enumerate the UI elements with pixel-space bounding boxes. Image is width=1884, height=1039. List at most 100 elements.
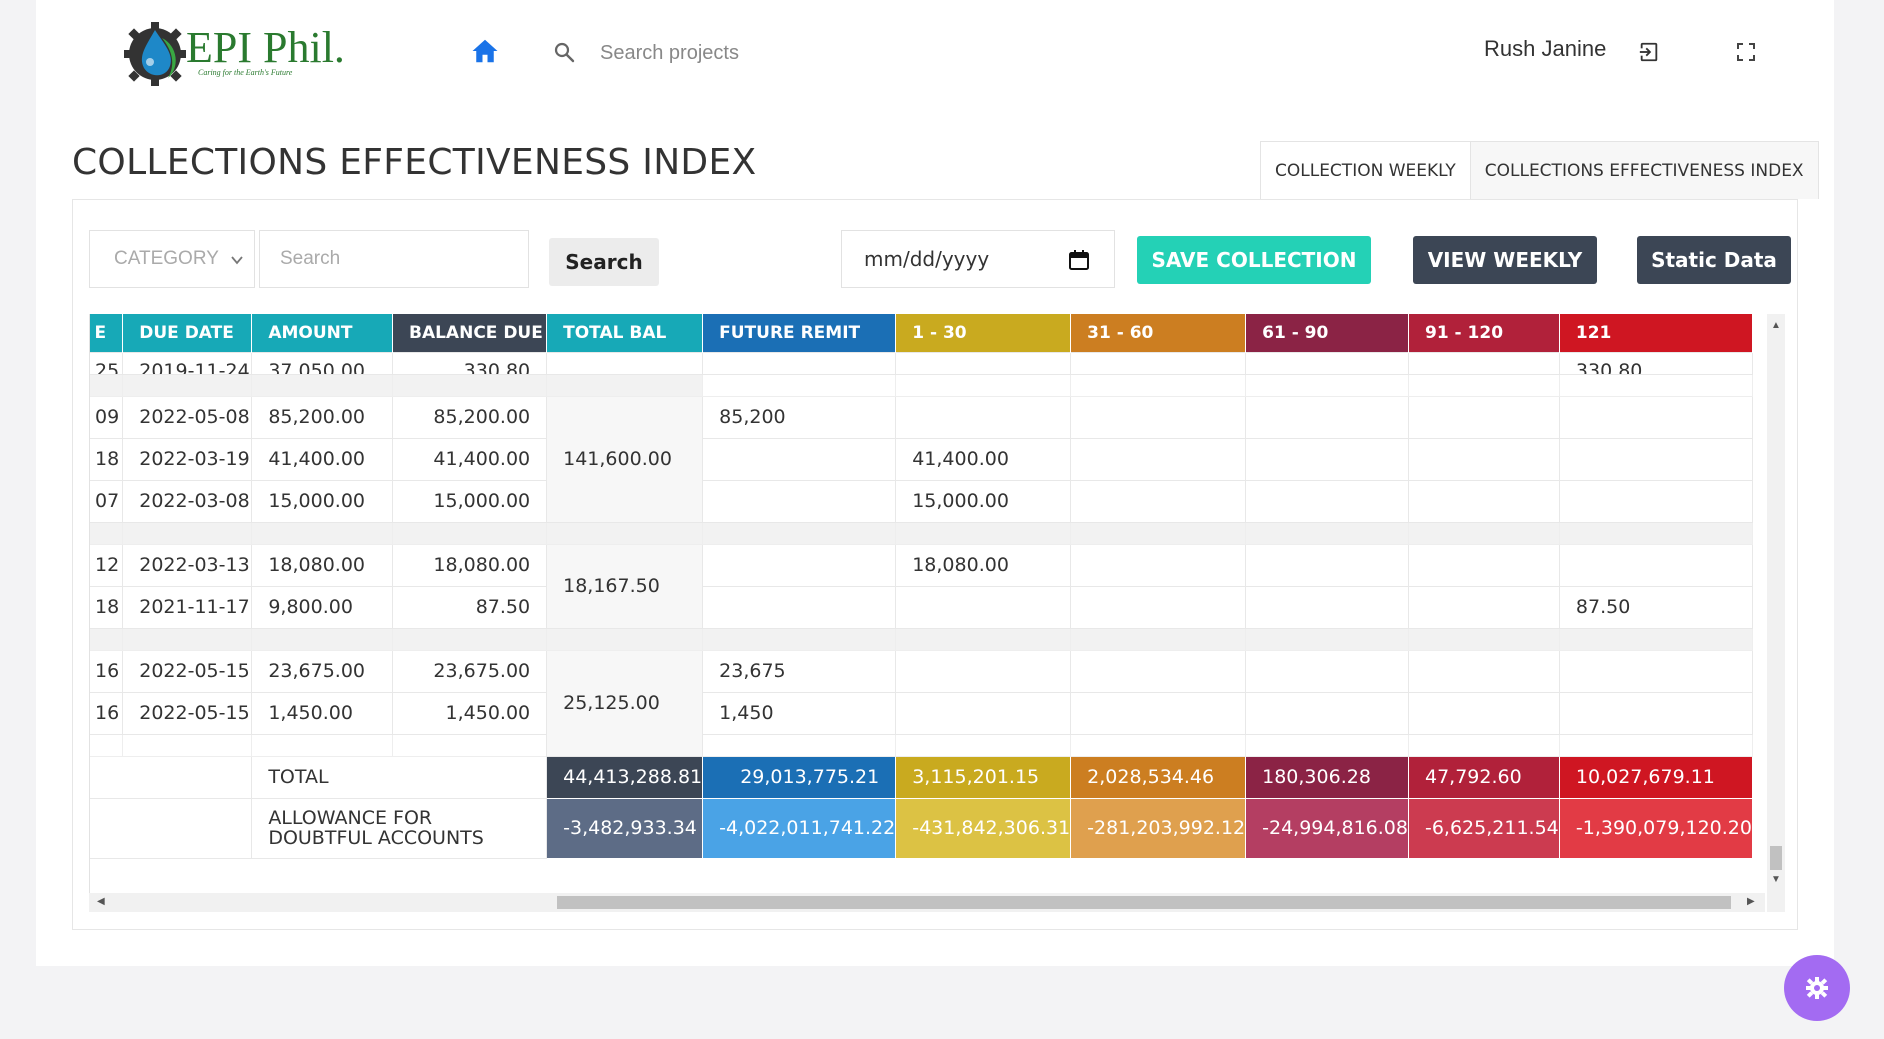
horizontal-scrollbar[interactable]: ◀ ▶: [89, 893, 1765, 912]
home-icon[interactable]: [470, 36, 500, 66]
total-spacer: [90, 755, 253, 799]
col-header-91-120[interactable]: 91 - 120: [1408, 314, 1560, 352]
table-header-row: E DUE DATE AMOUNT BALANCE DUE TOTAL BAL …: [90, 314, 1754, 352]
cell-d121: [1558, 543, 1754, 587]
total-31-60: 2,028,534.46: [1070, 755, 1247, 799]
col-header-61-90[interactable]: 61 - 90: [1245, 314, 1409, 352]
cell-balance-due: 1,450.00: [391, 691, 548, 735]
date-picker-value: mm/dd/yyyy: [864, 247, 990, 271]
cell-d120: [1407, 543, 1560, 587]
col-header-future-remit[interactable]: FUTURE REMIT: [702, 314, 897, 352]
allowance-91-120: -6,625,211.54: [1407, 797, 1560, 859]
total-future-remit: 29,013,775.21: [702, 755, 897, 799]
settings-button[interactable]: [1784, 955, 1850, 1021]
scroll-up-arrow[interactable]: ▲: [1771, 320, 1781, 331]
table-row: 16 2022-05-15 1,450.00 1,450.00 1,450: [90, 691, 1754, 735]
category-select-label: CATEGORY: [114, 248, 219, 269]
cell-total-bal: 25,125.00: [546, 649, 704, 757]
group-separator: [90, 373, 1754, 397]
total-1-30: 3,115,201.15: [895, 755, 1072, 799]
cell-total-bal: [546, 351, 704, 375]
brand-logo[interactable]: EPI Phil. Caring for the Earth's Future: [124, 16, 345, 92]
col-header-due-date[interactable]: DUE DATE: [122, 314, 253, 352]
cell-amount: 85,200.00: [251, 395, 393, 439]
cell-d90: [1245, 395, 1409, 439]
date-picker[interactable]: mm/dd/yyyy: [841, 230, 1115, 288]
vertical-scroll-thumb[interactable]: [1770, 846, 1782, 870]
cell-future: [702, 585, 897, 629]
cell-future: 23,675: [702, 649, 897, 693]
cell-d60: [1070, 649, 1247, 693]
cell-d120: [1407, 585, 1560, 629]
tab-collection-weekly[interactable]: COLLECTION WEEKLY: [1261, 142, 1471, 199]
tab-collections-effectiveness-index[interactable]: COLLECTIONS EFFECTIVENESS INDEX: [1470, 142, 1818, 199]
cell-balance-due: 41,400.00: [391, 437, 548, 481]
cell-balance-due: 330.80: [391, 351, 548, 375]
allowance-spacer: [90, 797, 253, 859]
cell-amount: 23,675.00: [251, 649, 393, 693]
project-search-input[interactable]: [600, 36, 900, 70]
cell-d121: 330.80: [1558, 351, 1754, 375]
view-tabs: COLLECTION WEEKLY COLLECTIONS EFFECTIVEN…: [1260, 141, 1819, 199]
cell-due-date: 2022-03-13: [122, 543, 253, 587]
cell-due-date: 2021-11-17: [122, 585, 253, 629]
scroll-left-arrow[interactable]: ◀: [97, 896, 105, 907]
table-search-input[interactable]: [259, 230, 529, 288]
cell-due-date: 2022-05-15: [122, 649, 253, 693]
static-data-button[interactable]: Static Data: [1637, 236, 1791, 284]
cell-d90: [1245, 585, 1409, 629]
cell-future: [702, 543, 897, 587]
save-collection-button[interactable]: SAVE COLLECTION: [1137, 236, 1371, 284]
cell-future: 1,450: [702, 691, 897, 735]
allowance-31-60: -281,203,992.12: [1070, 797, 1247, 859]
page: EPI Phil. Caring for the Earth's Future …: [36, 0, 1834, 966]
col-header-balance-due[interactable]: BALANCE DUE: [392, 314, 548, 352]
allowance-61-90: -24,994,816.08: [1245, 797, 1409, 859]
cell-d60: [1070, 543, 1247, 587]
scroll-right-arrow[interactable]: ▶: [1747, 896, 1755, 907]
cell-d120: [1407, 351, 1560, 375]
logout-icon[interactable]: [1638, 41, 1660, 63]
col-header[interactable]: E: [90, 314, 124, 352]
cell-d121: 87.50: [1558, 585, 1754, 629]
vertical-scrollbar[interactable]: ▲ ▼: [1767, 314, 1785, 912]
col-header-total-bal[interactable]: TOTAL BAL: [546, 314, 704, 352]
cell-due-date: 2022-05-08: [122, 395, 253, 439]
col-header-31-60[interactable]: 31 - 60: [1070, 314, 1247, 352]
col-header-amount[interactable]: AMOUNT: [251, 314, 393, 352]
calendar-icon[interactable]: [1068, 249, 1090, 271]
fullscreen-icon[interactable]: [1736, 42, 1756, 62]
cell-amount: 9,800.00: [251, 585, 393, 629]
group-separator: [90, 733, 1754, 757]
cell-d120: [1407, 395, 1560, 439]
cell-future: [702, 351, 897, 375]
cell-d90: [1245, 649, 1409, 693]
col-header-1-30[interactable]: 1 - 30: [895, 314, 1072, 352]
cell-d121: [1558, 691, 1754, 735]
group-separator: [90, 521, 1754, 545]
search-button[interactable]: Search: [549, 238, 659, 286]
allowance-1-30: -431,842,306.31: [895, 797, 1072, 859]
cell-d30: [895, 351, 1072, 375]
cell-future: 85,200: [702, 395, 897, 439]
search-icon: [554, 42, 575, 63]
cell-amount: 41,400.00: [251, 437, 393, 481]
cell-balance-due: 18,080.00: [391, 543, 548, 587]
cell-d60: [1070, 437, 1247, 481]
cell-d30: 15,000.00: [895, 479, 1072, 523]
cell-total-bal: 141,600.00: [546, 395, 704, 523]
category-select[interactable]: CATEGORY: [89, 230, 255, 288]
scroll-down-arrow[interactable]: ▼: [1771, 874, 1781, 885]
cell-d30: 18,080.00: [895, 543, 1072, 587]
col-header-121[interactable]: 121: [1559, 314, 1754, 352]
horizontal-scroll-thumb[interactable]: [557, 896, 1731, 909]
cell-d60: [1070, 691, 1247, 735]
table-row: 16 2022-05-15 23,675.00 23,675.00 25,125…: [90, 649, 1754, 757]
total-121: 10,027,679.11: [1558, 755, 1754, 799]
user-name[interactable]: Rush Janine: [1484, 36, 1606, 62]
cell-d30: [895, 691, 1072, 735]
cell-amount: 18,080.00: [251, 543, 393, 587]
cei-table-container[interactable]: E DUE DATE AMOUNT BALANCE DUE TOTAL BAL …: [89, 314, 1783, 912]
cell-balance-due: 15,000.00: [391, 479, 548, 523]
view-weekly-button[interactable]: VIEW WEEKLY: [1413, 236, 1597, 284]
